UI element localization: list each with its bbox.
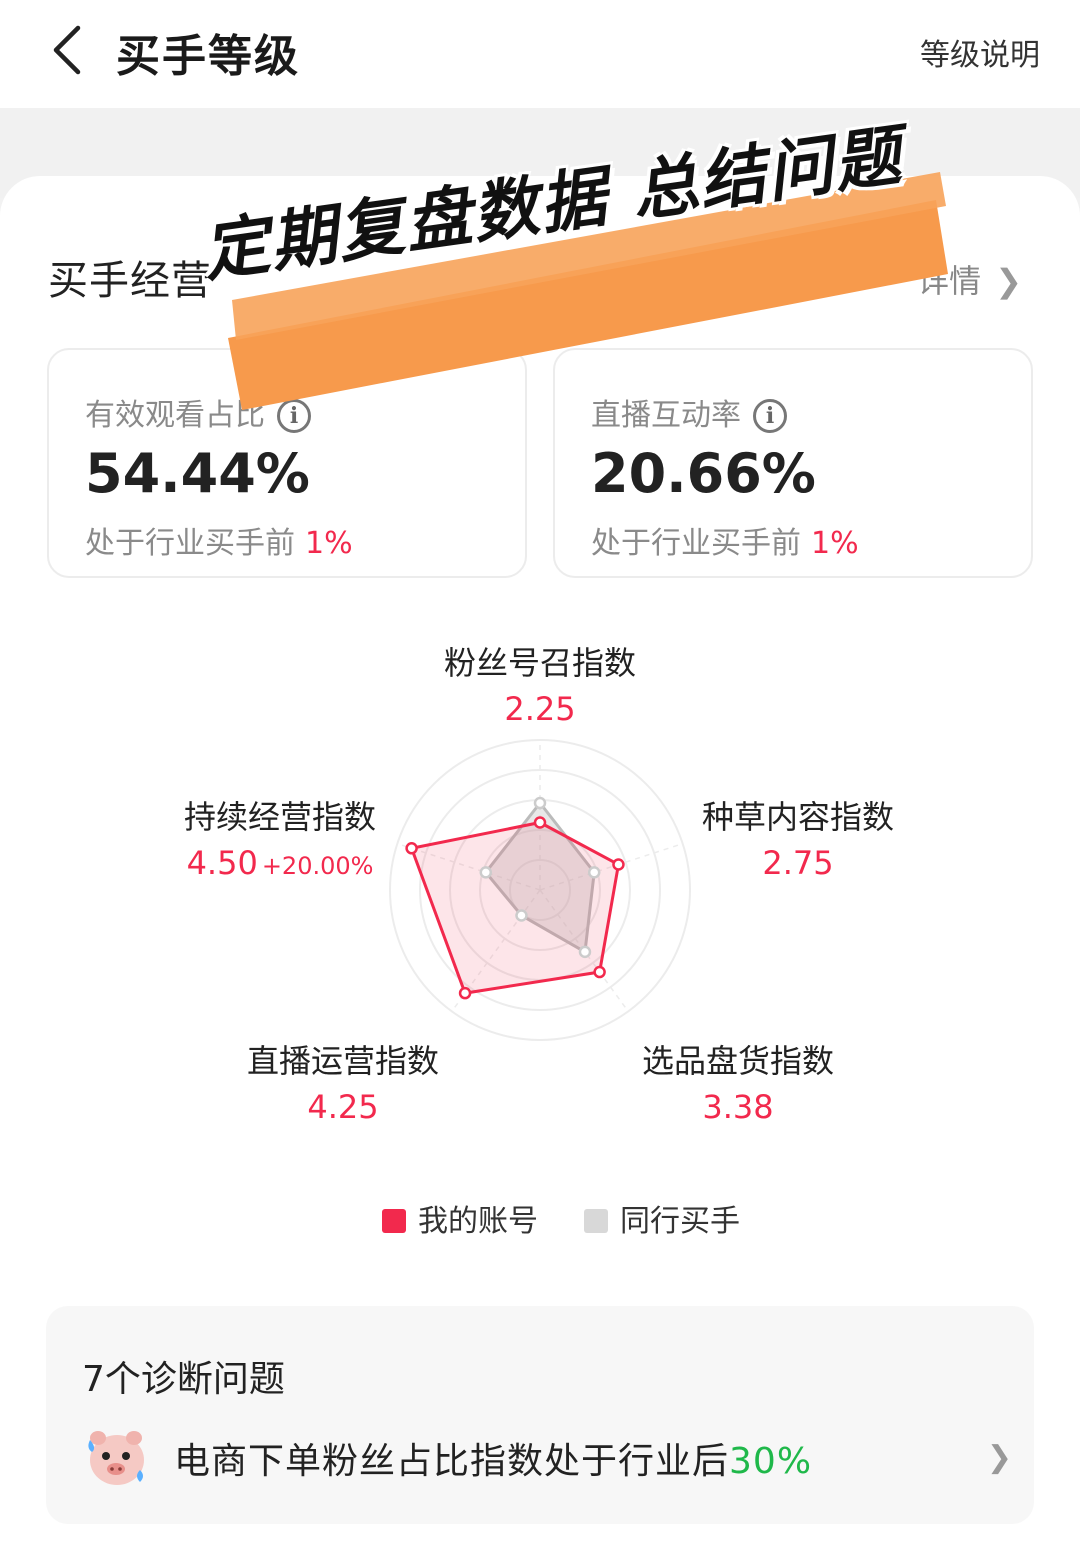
radar-series-mine — [409, 820, 621, 995]
info-icon[interactable]: i — [277, 399, 311, 433]
axis-value: 2.25 — [504, 690, 576, 728]
diagnosis-panel: 7个诊断问题 电商下单粉丝占比指数处于行业后30% ❯ — [46, 1306, 1034, 1524]
metric-card-interaction-rate[interactable]: 直播互动率 i 20.66% 处于行业买手前 1% — [553, 348, 1033, 578]
radar-point-mine — [458, 986, 472, 1000]
legend-item-peers[interactable]: 同行买手 — [584, 1196, 740, 1240]
legend-item-mine[interactable]: 我的账号 — [382, 1196, 538, 1240]
radar-point-peers — [515, 909, 528, 922]
legend-swatch-red — [382, 1209, 406, 1233]
axis-value: 4.50 +20.00% — [186, 844, 374, 882]
pig-mascot-icon — [88, 1431, 144, 1485]
diagnosis-item[interactable]: 电商下单粉丝占比指数处于行业后30% ❯ — [82, 1422, 1012, 1502]
axis-value: 4.25 — [307, 1088, 379, 1126]
metric-value: 20.66% — [591, 442, 816, 505]
radar-point-mine — [612, 858, 625, 871]
chevron-left-icon — [53, 25, 81, 75]
metric-label: 直播互动率 i — [591, 390, 787, 434]
axis-value: 3.38 — [702, 1088, 774, 1126]
axis-value: 2.75 — [762, 844, 834, 882]
radar-point-mine — [405, 842, 418, 855]
level-description-link[interactable]: 等级说明 — [920, 30, 1040, 74]
radar-point-mine — [593, 965, 606, 979]
diagnosis-item-text: 电商下单粉丝占比指数处于行业后30% — [174, 1441, 813, 1482]
metric-rank: 处于行业买手前 1% — [85, 526, 353, 561]
detail-link[interactable]: 详情 ❯ — [917, 256, 1022, 302]
radar-legend: 我的账号 同行买手 — [0, 1196, 1080, 1239]
axis-label-fan-appeal: 粉丝号召指数 2.25 — [430, 638, 650, 728]
axis-label-sustained-operation: 持续经营指数 4.50 +20.00% — [160, 792, 400, 882]
diagnosis-title: 7个诊断问题 — [82, 1359, 285, 1400]
metric-card-effective-view[interactable]: 有效观看占比 i 54.44% 处于行业买手前 1% — [47, 348, 527, 578]
detail-link-label: 详情 — [917, 262, 982, 300]
axis-label-live-operation: 直播运营指数 4.25 — [233, 1036, 453, 1126]
radar-point-peers — [533, 796, 547, 810]
section-title: 买手经营 — [48, 258, 212, 304]
axis-label-product-selection: 选品盘货指数 3.38 — [628, 1036, 848, 1126]
axis-label-content-seeding: 种草内容指数 2.75 — [688, 792, 908, 882]
chevron-right-icon: ❯ — [986, 1440, 1012, 1475]
page-title: 买手等级 — [116, 31, 300, 82]
radar-point-peers — [479, 866, 493, 879]
chevron-right-icon: ❯ — [995, 262, 1022, 300]
info-icon[interactable]: i — [753, 399, 787, 433]
axis-delta: +20.00% — [261, 852, 374, 880]
top-bar: 买手等级 等级说明 — [0, 0, 1080, 108]
legend-swatch-gray — [584, 1209, 608, 1233]
metric-label: 有效观看占比 i — [85, 390, 311, 434]
metric-rank: 处于行业买手前 1% — [591, 526, 859, 561]
radar-point-peers — [578, 945, 592, 959]
metric-value: 54.44% — [85, 442, 310, 505]
radar-chart: 粉丝号召指数 2.25 种草内容指数 2.75 选品盘货指数 3.38 直播运营… — [0, 600, 1080, 1160]
radar-point-peers — [587, 866, 601, 879]
radar-point-mine — [533, 816, 547, 829]
back-button[interactable] — [46, 22, 90, 78]
